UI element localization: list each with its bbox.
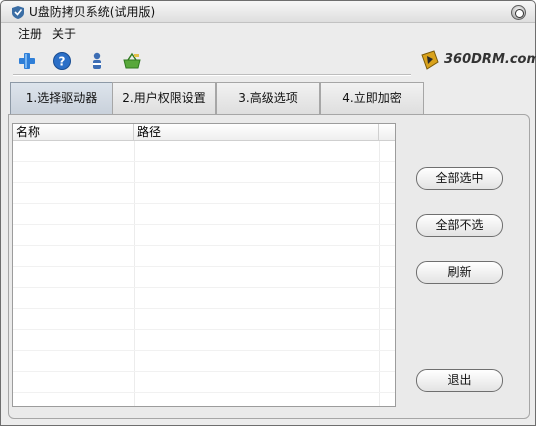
list-header: 名称 路径 <box>13 124 395 141</box>
brand-logo: 360DRM.com <box>420 49 536 71</box>
menu-about[interactable]: 关于 <box>52 27 76 42</box>
menu-register[interactable]: 注册 <box>18 27 42 42</box>
tab-advanced-options[interactable]: 3.高级选项 <box>216 82 320 114</box>
list-row <box>13 225 395 246</box>
list-row <box>13 183 395 204</box>
exit-button[interactable]: 退出 <box>416 369 503 392</box>
list-row <box>13 372 395 393</box>
add-icon[interactable] <box>17 51 37 71</box>
list-row <box>13 162 395 183</box>
window-title: U盘防拷贝系统(试用版) <box>29 5 156 19</box>
column-header-name[interactable]: 名称 <box>13 124 134 141</box>
list-row <box>13 351 395 372</box>
help-icon[interactable]: ? <box>52 51 72 71</box>
logo-icon <box>421 50 439 70</box>
title-bar: U盘防拷贝系统(试用版) <box>1 1 535 23</box>
tab-user-permissions[interactable]: 2.用户权限设置 <box>112 82 216 114</box>
list-body[interactable] <box>13 141 395 406</box>
list-row <box>13 246 395 267</box>
shield-icon <box>12 6 24 19</box>
select-all-button[interactable]: 全部选中 <box>416 167 503 190</box>
menu-bar: 注册 关于 <box>1 24 535 44</box>
drive-list[interactable]: 名称 路径 <box>12 123 396 407</box>
tab-encrypt-now[interactable]: 4.立即加密 <box>320 82 424 114</box>
tab-select-drive[interactable]: 1.选择驱动器 <box>10 82 113 114</box>
toolbar-separator <box>13 74 411 75</box>
select-none-button[interactable]: 全部不选 <box>416 214 503 237</box>
app-window: U盘防拷贝系统(试用版) 注册 关于 ? 360DRM.com 1.选择驱动器 … <box>0 0 536 426</box>
list-row <box>13 267 395 288</box>
list-row <box>13 141 395 162</box>
refresh-button[interactable]: 刷新 <box>416 261 503 284</box>
svg-text:?: ? <box>59 55 66 69</box>
list-row <box>13 309 395 330</box>
user-icon[interactable] <box>87 51 107 71</box>
column-header-extra[interactable] <box>379 124 395 141</box>
column-header-path[interactable]: 路径 <box>134 124 379 141</box>
basket-icon[interactable] <box>122 51 142 71</box>
list-row <box>13 288 395 309</box>
list-row <box>13 204 395 225</box>
logo-text: 360DRM.com <box>444 52 536 67</box>
list-row <box>13 330 395 351</box>
close-button[interactable] <box>511 5 526 20</box>
